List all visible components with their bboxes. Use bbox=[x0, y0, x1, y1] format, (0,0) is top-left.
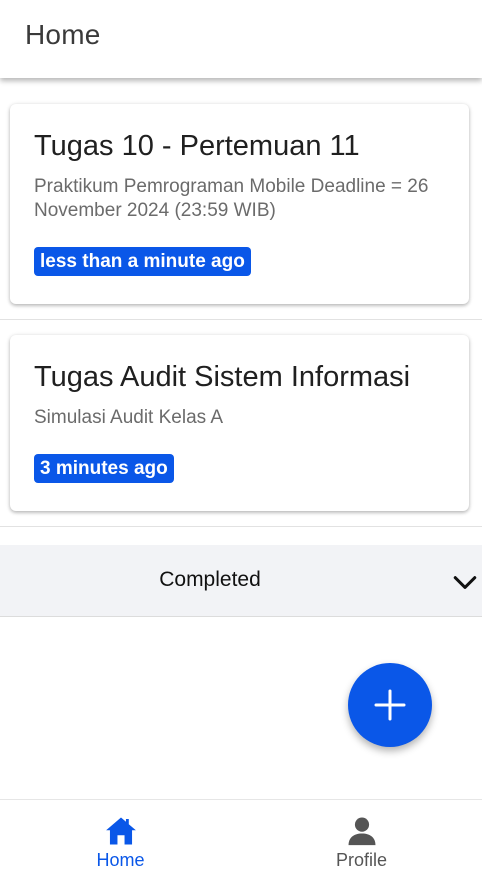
page-title: Home bbox=[25, 19, 101, 50]
task-card[interactable]: Tugas 10 - Pertemuan 11 Praktikum Pemrog… bbox=[10, 104, 469, 304]
nav-label-home: Home bbox=[96, 850, 145, 870]
app-screen: Home Tugas 10 - Pertemuan 11 Praktikum P… bbox=[0, 0, 482, 877]
app-bar: Home bbox=[0, 0, 482, 78]
completed-label: Completed bbox=[159, 568, 261, 591]
nav-item-profile[interactable]: Profile bbox=[241, 800, 482, 877]
chevron-down-icon bbox=[453, 576, 477, 589]
nav-label-profile: Profile bbox=[335, 850, 388, 870]
completed-section-toggle[interactable]: Completed bbox=[0, 545, 482, 617]
bottom-navigation: Home Profile bbox=[0, 799, 482, 877]
person-icon bbox=[348, 817, 375, 846]
add-task-button[interactable] bbox=[348, 663, 432, 747]
time-badge: 3 minutes ago bbox=[34, 454, 174, 483]
task-description: Praktikum Pemrograman Mobile Deadline = … bbox=[34, 176, 429, 221]
task-title: Tugas Audit Sistem Informasi bbox=[34, 361, 411, 393]
task-card[interactable]: Tugas Audit Sistem Informasi Simulasi Au… bbox=[10, 335, 469, 511]
task-description: Simulasi Audit Kelas A bbox=[34, 407, 224, 428]
time-badge: less than a minute ago bbox=[34, 247, 251, 276]
task-list: Tugas 10 - Pertemuan 11 Praktikum Pemrog… bbox=[0, 78, 482, 527]
home-icon bbox=[105, 817, 136, 845]
plus-icon bbox=[374, 689, 406, 721]
list-item: Tugas 10 - Pertemuan 11 Praktikum Pemrog… bbox=[0, 78, 482, 320]
nav-item-home[interactable]: Home bbox=[0, 800, 241, 877]
list-item: Tugas Audit Sistem Informasi Simulasi Au… bbox=[0, 320, 482, 527]
task-title: Tugas 10 - Pertemuan 11 bbox=[34, 130, 360, 162]
